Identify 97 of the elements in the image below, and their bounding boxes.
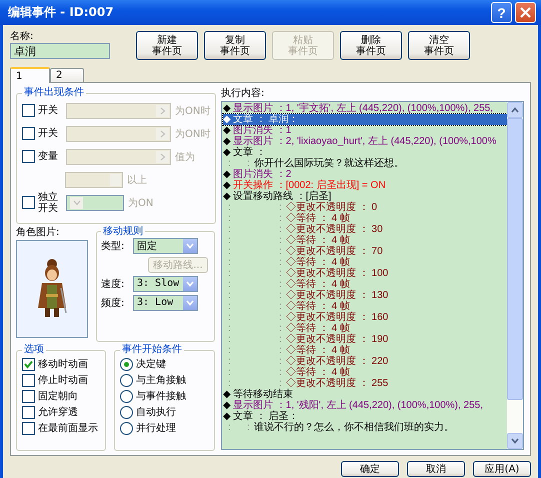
window-title: 编辑事件 - ID:007 — [8, 4, 115, 21]
speed-dropdown[interactable]: 3: Slow — [133, 276, 198, 292]
command-line[interactable]: : : ◇更改不透明度 ： 255 — [223, 378, 507, 389]
page-button[interactable]: 清空 事件页 — [408, 31, 470, 60]
checkbox[interactable] — [22, 150, 35, 163]
speed-label: 速度: — [101, 278, 126, 291]
dialog-button[interactable]: 取消 — [407, 461, 465, 477]
command-line[interactable]: ◆ 显示图片 ：2, 'lixiaoyao_hurt', 左上 (445,220), (100%,100% — [223, 136, 507, 147]
group-title: 移动规则 — [102, 226, 144, 238]
command-line[interactable]: : : ◇等待 ： 4 帧 — [223, 279, 507, 290]
group-title: 选项 — [23, 344, 45, 356]
command-line[interactable]: ◆ 显示图片 ：1, '宇文拓', 左上 (445,220), (100%,100%), 255, — [223, 103, 507, 114]
command-line[interactable]: : : ◇更改不透明度 ： 190 — [223, 334, 507, 345]
condition-label: 开关 — [37, 105, 59, 116]
scrollbar[interactable] — [507, 102, 523, 449]
radio-button[interactable] — [120, 358, 133, 371]
graphic-box[interactable] — [16, 240, 88, 338]
checkbox[interactable] — [22, 406, 35, 419]
condition-suffix: 以上 — [127, 174, 147, 186]
condition-suffix: 为ON — [128, 196, 154, 210]
condition-label: 开关 — [37, 128, 59, 139]
command-line[interactable]: : : 谁说不行的？怎么，你不相信我们班的实力。 — [223, 422, 507, 433]
command-line[interactable]: : : ◇更改不透明度 ： 100 — [223, 268, 507, 279]
frequency-label: 频度: — [101, 296, 126, 310]
command-line[interactable]: ◆ 开关操作 ：[0002: 启圣出现] = ON — [223, 180, 507, 191]
chevron-right-icon — [160, 152, 166, 160]
graphic-label: 角色图片: — [16, 226, 60, 239]
trigger-label: 决定键 — [136, 358, 166, 372]
help-button[interactable]: ? — [491, 2, 512, 23]
command-line[interactable]: ◆ 文章 ： — [223, 147, 507, 158]
condition-suffix: 为ON时 — [175, 104, 210, 118]
checkbox[interactable] — [22, 390, 35, 403]
type-label: 类型: — [101, 240, 126, 253]
command-line[interactable]: : : ◇更改不透明度 ： 0 — [223, 202, 507, 213]
name-label: 名称: — [10, 30, 34, 43]
command-line[interactable]: ◆ 图片消失 ：2 — [223, 169, 507, 180]
condition-label: 独立 — [38, 192, 59, 202]
command-line[interactable]: : : ◇等待 ： 4 帧 — [223, 367, 507, 378]
dialog-button[interactable]: 确定 — [341, 461, 399, 477]
radio-button[interactable] — [120, 406, 133, 419]
condition-select[interactable] — [66, 194, 124, 210]
page-button[interactable]: 复制 事件页 — [204, 31, 266, 60]
type-dropdown[interactable]: 固定 — [133, 238, 198, 254]
group-title: 事件开始条件 — [121, 344, 183, 356]
page-button[interactable]: 新建 事件页 — [136, 31, 198, 60]
group-title: 事件出现条件 — [23, 87, 85, 99]
command-line[interactable]: ◆ 等待移动结束 — [223, 389, 507, 400]
command-line[interactable]: : : ◇等待 ： 4 帧 — [223, 235, 507, 246]
close-icon — [520, 7, 531, 18]
command-line[interactable]: : : ◇等待 ： 4 帧 — [223, 323, 507, 334]
scroll-up-icon[interactable] — [511, 107, 519, 113]
checkbox[interactable] — [22, 358, 35, 371]
trigger-label: 自动执行 — [136, 406, 176, 420]
condition-label: 开关 — [38, 202, 59, 214]
command-line[interactable]: : : ◇等待 ： 4 帧 — [223, 345, 507, 356]
option-label: 固定朝向 — [38, 390, 78, 404]
option-label: 允许穿透 — [38, 406, 78, 420]
page-tab[interactable]: 1 — [10, 67, 50, 83]
checkbox[interactable] — [22, 104, 35, 117]
dialog-button[interactable]: 应用(A) — [473, 461, 531, 477]
chevron-right-icon — [160, 106, 166, 114]
name-field[interactable]: 卓润 — [10, 43, 110, 59]
radio-button[interactable] — [120, 374, 133, 387]
chevron-right-icon — [160, 130, 166, 138]
option-label: 移动时动画 — [38, 358, 88, 372]
command-line[interactable]: ◆ 文章 ： 启圣： — [223, 411, 507, 422]
condition-suffix: 值为 — [175, 150, 195, 164]
condition-suffix: 为ON时 — [175, 128, 210, 140]
trigger-label: 并行处理 — [136, 422, 176, 436]
page-button[interactable]: 删除 事件页 — [340, 31, 402, 60]
commands-label: 执行内容: — [221, 87, 266, 100]
radio-button[interactable] — [120, 422, 133, 435]
checkbox[interactable] — [22, 374, 35, 387]
command-line[interactable]: : : ◇更改不透明度 ： 160 — [223, 312, 507, 323]
command-line[interactable]: : : ◇等待 ： 4 帧 — [223, 301, 507, 312]
condition-label: 变量 — [37, 151, 59, 162]
checkbox[interactable] — [22, 127, 35, 140]
command-line[interactable]: : : 你开什么国际玩笑？就这样还想。 — [223, 158, 507, 169]
frequency-dropdown[interactable]: 3: Low — [133, 294, 198, 311]
scroll-down-icon[interactable] — [511, 438, 519, 444]
command-line[interactable]: : : ◇等待 ： 4 帧 — [223, 213, 507, 224]
trigger-label: 与主角接触 — [136, 374, 186, 388]
option-label: 在最前面显示 — [38, 422, 98, 436]
command-line[interactable]: : : ◇更改不透明度 ： 70 — [223, 246, 507, 257]
checkbox[interactable] — [22, 196, 35, 209]
command-line[interactable]: : : ◇更改不透明度 ： 220 — [223, 356, 507, 367]
command-line[interactable]: : : ◇更改不透明度 ： 130 — [223, 290, 507, 301]
command-line[interactable]: ◆ 显示图片 ：1, '残阳', 左上 (445,220), (100%,100%), 255, — [223, 400, 507, 411]
radio-button[interactable] — [120, 390, 133, 403]
command-line[interactable]: : : ◇等待 ： 4 帧 — [223, 257, 507, 268]
page-tab[interactable]: 2 — [50, 68, 84, 82]
command-line[interactable]: : : ◇更改不透明度 ： 30 — [223, 224, 507, 235]
close-button[interactable] — [515, 2, 536, 23]
checkbox[interactable] — [22, 422, 35, 435]
trigger-label: 与事件接触 — [136, 390, 186, 404]
command-line[interactable]: ◆ 设置移动路线 ：[启圣] — [223, 191, 507, 202]
option-label: 停止时动画 — [38, 374, 88, 388]
